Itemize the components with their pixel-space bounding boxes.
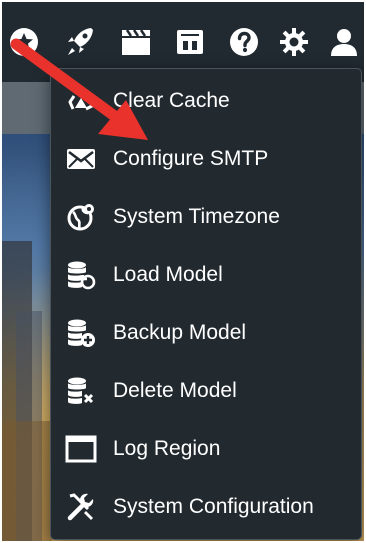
recycle-icon xyxy=(63,83,99,119)
shop-icon[interactable] xyxy=(172,24,208,60)
menu-item-system-timezone[interactable]: System Timezone xyxy=(51,189,361,245)
menu-item-label: System Timezone xyxy=(113,205,280,228)
menu-item-label: Delete Model xyxy=(113,379,237,402)
database-restore-icon xyxy=(63,257,99,293)
menu-item-label: Load Model xyxy=(113,263,223,286)
window-icon xyxy=(63,431,99,467)
menu-item-label: Clear Cache xyxy=(113,89,230,112)
menu-item-label: Log Region xyxy=(113,437,221,460)
database-add-icon xyxy=(63,315,99,351)
menu-item-configure-smtp[interactable]: Configure SMTP xyxy=(51,131,361,187)
app-frame: Clear Cache Configure SMTP System Timezo… xyxy=(2,2,364,541)
gear-icon[interactable] xyxy=(276,24,312,60)
menu-item-backup-model[interactable]: Backup Model xyxy=(51,305,361,361)
rocket-icon[interactable] xyxy=(62,24,98,60)
user-icon[interactable] xyxy=(326,24,362,60)
star-icon[interactable] xyxy=(6,24,42,60)
menu-item-label: Backup Model xyxy=(113,321,247,344)
wrench-screwdriver-icon xyxy=(63,489,99,525)
clapperboard-icon[interactable] xyxy=(118,24,154,60)
menu-item-label: Configure SMTP xyxy=(113,147,269,170)
menu-item-clear-cache[interactable]: Clear Cache xyxy=(51,73,361,129)
database-delete-icon xyxy=(63,373,99,409)
menu-item-log-region[interactable]: Log Region xyxy=(51,421,361,477)
menu-item-label: System Configuration xyxy=(113,495,314,518)
menu-item-load-model[interactable]: Load Model xyxy=(51,247,361,303)
help-icon[interactable] xyxy=(226,24,262,60)
menu-item-system-configuration[interactable]: System Configuration xyxy=(51,479,361,535)
globe-icon xyxy=(63,199,99,235)
settings-dropdown-menu: Clear Cache Configure SMTP System Timezo… xyxy=(50,68,362,540)
menu-item-delete-model[interactable]: Delete Model xyxy=(51,363,361,419)
envelope-icon xyxy=(63,141,99,177)
